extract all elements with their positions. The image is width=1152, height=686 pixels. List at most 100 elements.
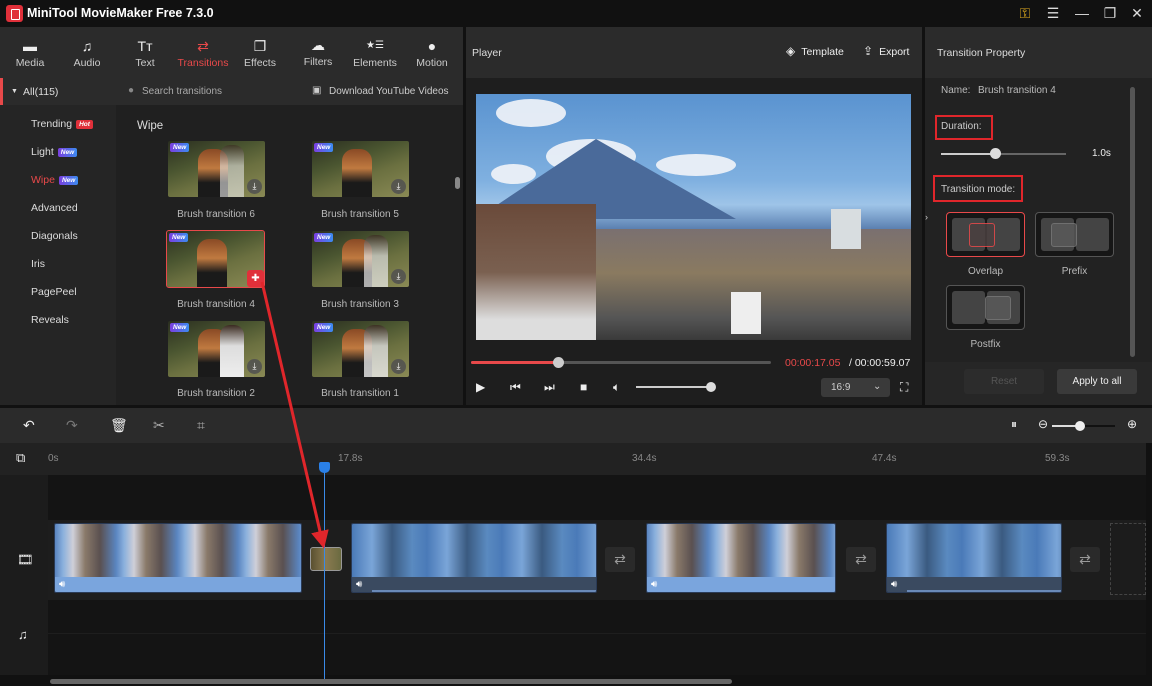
category-all[interactable]: ▼ All(115) (0, 78, 116, 105)
tab-filters[interactable]: ☁ Filters (290, 36, 346, 68)
tab-motion[interactable]: ● Motion (404, 37, 460, 69)
mode-postfix[interactable] (946, 285, 1025, 330)
fit-timeline-icon[interactable]: ⏸ (1011, 417, 1017, 432)
video-clip[interactable]: 🔊︎ (351, 523, 597, 593)
video-clip[interactable]: 🔊︎ (54, 523, 302, 593)
audio-icon: ♫ (81, 38, 93, 54)
search-input[interactable]: Search transitions (142, 86, 222, 97)
download-icon[interactable]: ⤓ (391, 179, 406, 194)
speaker-icon[interactable]: 🔊︎ (891, 579, 897, 590)
ruler-tick: 34.4s (632, 453, 657, 464)
transition-slot-icon[interactable]: ⇄ (1070, 547, 1100, 572)
seek-handle[interactable] (553, 357, 564, 368)
category-light[interactable]: Light New (31, 146, 78, 158)
category-wipe[interactable]: Wipe New (31, 174, 79, 186)
transition-thumb-brush-3[interactable]: New ⤓ (312, 231, 409, 287)
transition-marker[interactable] (310, 547, 342, 571)
transition-thumb-brush-6[interactable]: New ⤓ (168, 141, 265, 197)
video-clip[interactable]: 🔊︎ (886, 523, 1062, 593)
transition-thumb-brush-1[interactable]: New ⤓ (312, 321, 409, 377)
tab-transitions[interactable]: ⇄ Transitions (175, 37, 231, 69)
thumb-label: Brush transition 6 (177, 209, 255, 220)
transition-slot-icon[interactable]: ⇄ (605, 547, 635, 572)
fullscreen-icon[interactable]: ⛶ (900, 380, 908, 395)
category-trending[interactable]: Trending Hot (31, 118, 93, 130)
grid-scrollbar[interactable] (455, 177, 460, 189)
category-list: Trending Hot Light New Wipe New Advanced Di… (0, 105, 116, 405)
tab-text[interactable]: Tт Text (117, 37, 173, 69)
tab-elements[interactable]: ★☰ Elements (347, 37, 403, 69)
redo-icon[interactable]: ↷ (66, 417, 78, 434)
add-track-icon[interactable]: ⧉ (16, 450, 25, 466)
timeline-scrollbar[interactable] (50, 679, 732, 684)
thumb-label: Brush transition 1 (321, 388, 399, 399)
filters-icon: ☁ (311, 37, 325, 53)
download-icon[interactable]: ⤓ (247, 179, 262, 194)
crop-icon[interactable]: ⌗ (197, 417, 205, 434)
download-icon[interactable]: ⤓ (247, 359, 262, 374)
download-icon[interactable]: ⤓ (391, 359, 406, 374)
download-youtube-link[interactable]: Download YouTube Videos (329, 86, 449, 97)
layers-icon: ◈ (786, 44, 796, 58)
volume-handle[interactable] (706, 382, 716, 392)
speaker-icon[interactable]: 🔊︎ (356, 579, 362, 590)
media-icon: ▬ (23, 38, 37, 54)
reset-button[interactable]: Reset (964, 369, 1044, 394)
seek-bar[interactable] (471, 357, 771, 368)
chevron-down-icon: ⌄ (873, 381, 882, 392)
property-scrollbar[interactable] (1130, 87, 1135, 357)
undo-icon[interactable]: ↶ (23, 417, 35, 434)
export-button[interactable]: ⇪ Export (863, 44, 909, 60)
play-button[interactable]: ▶ (476, 380, 485, 394)
duration-handle[interactable] (989, 148, 1001, 159)
category-diagonals[interactable]: Diagonals (31, 230, 78, 242)
mode-overlap[interactable] (946, 212, 1025, 257)
tab-effects[interactable]: ❐ Effects (232, 37, 288, 69)
zoom-handle[interactable] (1075, 421, 1085, 431)
new-badge: New (57, 148, 78, 157)
transition-slot-icon[interactable]: ⇄ (846, 547, 876, 572)
zoom-in-icon[interactable]: ⊕ (1127, 417, 1137, 431)
new-badge: New (170, 323, 190, 332)
maximize-button[interactable]: ❐ (1100, 4, 1120, 22)
timeline-tracks: 🎞︎ ♫ 🔊︎ 🔊︎ ⇄ 🔊︎ ⇄ 🔊︎ ⇄ (0, 475, 1146, 675)
minimize-button[interactable]: — (1072, 4, 1092, 22)
delete-icon[interactable]: 🗑︎ (110, 417, 128, 434)
category-pagepeel[interactable]: PagePeel (31, 286, 77, 298)
zoom-out-icon[interactable]: ⊖ (1038, 417, 1048, 431)
empty-clip-slot[interactable] (1110, 523, 1146, 595)
speaker-icon[interactable]: 🔊︎ (59, 579, 65, 590)
download-icon[interactable]: ⤓ (391, 269, 406, 284)
duration-slider[interactable] (941, 148, 1066, 159)
aspect-ratio-select[interactable]: 16:9 ⌄ (821, 378, 890, 397)
volume-slider[interactable] (636, 382, 716, 392)
tab-audio[interactable]: ♫ Audio (59, 37, 115, 69)
stop-button[interactable]: ■ (580, 380, 587, 394)
tab-media[interactable]: ▬ Media (2, 37, 58, 69)
transition-thumb-brush-4[interactable]: New ✚ (166, 230, 265, 288)
video-preview[interactable] (476, 94, 911, 340)
playhead[interactable] (324, 470, 325, 682)
volume-icon[interactable]: 🔈︎ (613, 380, 620, 395)
transition-thumb-brush-5[interactable]: New ⤓ (312, 141, 409, 197)
previous-frame-button[interactable]: ⏮ (510, 380, 521, 395)
key-icon[interactable]: ⚿ (1015, 4, 1035, 22)
category-advanced[interactable]: Advanced (31, 202, 78, 214)
next-frame-button[interactable]: ⏭ (544, 380, 555, 395)
template-button[interactable]: ◈ Template (786, 44, 844, 60)
category-iris[interactable]: Iris (31, 258, 45, 270)
transition-thumb-brush-2[interactable]: New ⤓ (168, 321, 265, 377)
video-clip[interactable]: 🔊︎ (646, 523, 836, 593)
add-to-timeline-icon[interactable]: ✚ (247, 270, 264, 287)
zoom-slider[interactable] (1052, 421, 1115, 431)
apply-to-all-button[interactable]: Apply to all (1057, 369, 1137, 394)
close-button[interactable]: ✕ (1127, 4, 1147, 22)
playhead-handle[interactable] (319, 462, 330, 473)
split-icon[interactable]: ✂ (153, 417, 165, 434)
speaker-icon[interactable]: 🔊︎ (651, 579, 657, 590)
category-reveals[interactable]: Reveals (31, 314, 69, 326)
mode-prefix[interactable] (1035, 212, 1114, 257)
menu-icon[interactable]: ☰ (1043, 4, 1063, 22)
collapse-arrow-icon[interactable]: › (925, 212, 928, 222)
timeline-ruler[interactable]: ⧉ 0s 17.8s 34.4s 47.4s 59.3s (0, 443, 1146, 475)
